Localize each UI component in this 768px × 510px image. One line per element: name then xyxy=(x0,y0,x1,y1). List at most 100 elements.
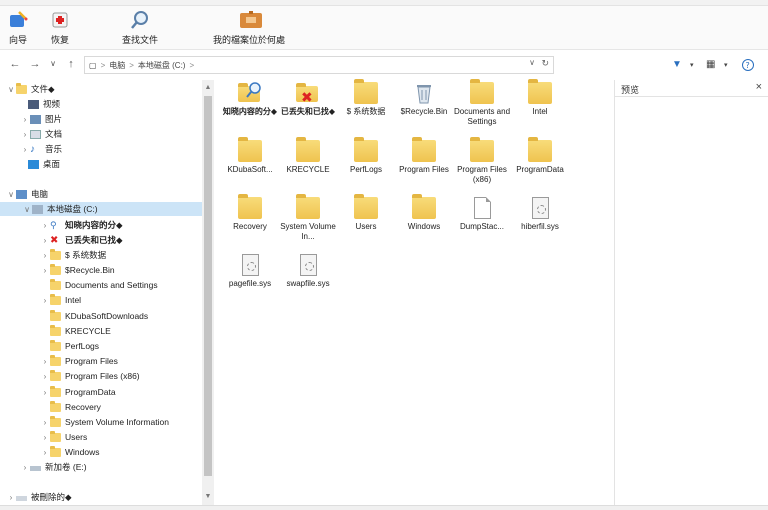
list-item[interactable]: Documents and Settings xyxy=(450,79,514,127)
tree-item-local-disk[interactable]: ∨ 本地磁盘 (C:) xyxy=(0,202,202,216)
address-bar[interactable]: ▢ > 电脑 > 本地磁盘 (C:) > ∨ ↻ xyxy=(84,56,554,74)
scroll-down-icon[interactable]: ▼ xyxy=(202,491,214,503)
file-recovery-window: 向导 恢复 查找文件 我的檔案位於何處 ← → ∨ ↑ ▢ > 电脑 > 本地磁… xyxy=(0,0,768,510)
preview-title: 预览 xyxy=(621,85,640,95)
item-label: Users xyxy=(355,222,377,231)
forward-arrow-icon[interactable]: → xyxy=(28,57,42,71)
find-files-button[interactable]: 查找文件 xyxy=(122,10,158,46)
tree-item-known-content[interactable]: › ⚲ 知晓内容的分◆ xyxy=(40,218,123,232)
tree-item-new-volume[interactable]: › 新加卷 (E:) xyxy=(20,460,87,474)
expand-chevron-icon[interactable]: › xyxy=(20,463,30,472)
view-mode-icon[interactable]: ▦ xyxy=(706,59,715,70)
list-item[interactable]: ✖ 已丢失和已找◆ xyxy=(276,82,340,117)
tree-item-sys-data[interactable]: › $ 系统数据 xyxy=(40,248,106,262)
tree-item-files[interactable]: ∨ 文件◆ xyxy=(6,82,55,96)
expand-chevron-icon[interactable]: › xyxy=(20,130,30,139)
tree-item-videos[interactable]: 视频 xyxy=(28,97,60,111)
expand-chevron-icon[interactable]: ∨ xyxy=(6,190,16,199)
list-item[interactable]: Windows xyxy=(392,194,456,232)
recent-chevron-icon[interactable]: ∨ xyxy=(46,57,60,71)
up-arrow-icon[interactable]: ↑ xyxy=(64,57,78,71)
tree-item-documents[interactable]: › 文档 xyxy=(20,127,62,141)
list-item[interactable]: System Volume In... xyxy=(276,194,340,242)
expand-chevron-icon[interactable]: › xyxy=(40,236,50,245)
list-item[interactable]: hiberfil.sys xyxy=(508,197,572,232)
tree-item-program-data[interactable]: › ProgramData xyxy=(40,385,116,399)
expand-chevron-icon[interactable]: › xyxy=(40,448,50,457)
back-arrow-icon[interactable]: ← xyxy=(8,57,22,71)
item-label: Intel xyxy=(532,107,548,116)
item-label: pagefile.sys xyxy=(228,279,272,288)
archive-location-button[interactable]: 我的檔案位於何處 xyxy=(213,10,285,46)
scroll-up-icon[interactable]: ▲ xyxy=(202,82,214,94)
tree-item-recorded[interactable]: › 被刪除的◆ xyxy=(6,490,72,504)
list-item[interactable]: KDubaSoft... xyxy=(218,137,282,175)
expand-chevron-icon[interactable]: › xyxy=(40,372,50,381)
list-item[interactable]: $Recycle.Bin xyxy=(392,82,456,117)
wizard-button[interactable]: 向导 xyxy=(8,10,28,46)
list-item[interactable]: Program Files (x86) xyxy=(450,137,514,185)
tree-item-krecycle[interactable]: KRECYCLE xyxy=(50,324,111,338)
tree-item-intel[interactable]: › Intel xyxy=(40,293,81,307)
list-item[interactable]: DumpStac... xyxy=(450,197,514,232)
list-item[interactable]: PerfLogs xyxy=(334,137,398,175)
tree-item-music[interactable]: › ♪ 音乐 xyxy=(20,142,62,156)
expand-chevron-icon[interactable]: › xyxy=(40,251,50,260)
filter-icon[interactable]: ▼ xyxy=(672,59,682,70)
expand-chevron-icon[interactable]: › xyxy=(40,266,50,275)
crumb-computer[interactable]: 电脑 xyxy=(109,60,125,71)
tree-item-svi[interactable]: › System Volume Information xyxy=(40,415,169,429)
list-item[interactable]: $ 系统数据 xyxy=(334,79,398,117)
address-dropdown-icon[interactable]: ∨ xyxy=(529,58,535,67)
expand-chevron-icon[interactable]: › xyxy=(6,493,16,502)
tree-item-recovery[interactable]: Recovery xyxy=(50,400,101,414)
tree-item-perflogs[interactable]: PerfLogs xyxy=(50,339,99,353)
tree-item-pictures[interactable]: › 图片 xyxy=(20,112,62,126)
scrollbar-thumb[interactable] xyxy=(204,96,212,476)
folder-icon xyxy=(50,339,61,351)
tree-item-docs-settings[interactable]: Documents and Settings xyxy=(50,278,158,292)
help-icon[interactable]: ? xyxy=(742,59,754,74)
tree-item-program-files[interactable]: › Program Files xyxy=(40,354,118,368)
list-item[interactable]: pagefile.sys xyxy=(218,254,282,289)
expand-chevron-icon[interactable]: › xyxy=(40,357,50,366)
expand-chevron-icon[interactable]: › xyxy=(20,145,30,154)
list-item[interactable]: Users xyxy=(334,194,398,232)
expand-chevron-icon[interactable]: › xyxy=(40,388,50,397)
list-item[interactable]: swapfile.sys xyxy=(276,254,340,289)
tree-item-computer[interactable]: ∨ 电脑 xyxy=(6,187,48,201)
item-label: Program Files xyxy=(399,165,449,174)
list-item[interactable]: 知晓内容的分◆ xyxy=(218,82,282,117)
close-icon[interactable]: × xyxy=(756,81,762,93)
restore-button[interactable]: 恢复 xyxy=(50,10,70,46)
document-icon xyxy=(30,129,41,139)
expand-chevron-icon[interactable]: › xyxy=(40,221,50,230)
drive-icon xyxy=(16,495,27,501)
expand-chevron-icon[interactable]: › xyxy=(40,433,50,442)
expand-chevron-icon[interactable]: ∨ xyxy=(22,205,32,214)
view-dropdown-icon[interactable]: ▾ xyxy=(724,61,728,69)
expand-chevron-icon[interactable]: › xyxy=(20,115,30,124)
tree-item-kduba[interactable]: KDubaSoftDownloads xyxy=(50,309,148,323)
crumb-local-disk[interactable]: 本地磁盘 (C:) xyxy=(138,60,186,71)
tree-scrollbar[interactable]: ▲ ▼ xyxy=(202,80,214,505)
tree-item-desktop[interactable]: 桌面 xyxy=(28,157,60,171)
status-bar xyxy=(0,505,768,510)
tree-item-users[interactable]: › Users xyxy=(40,430,87,444)
tree-item-program-files-x86[interactable]: › Program Files (x86) xyxy=(40,369,140,383)
filter-dropdown-icon[interactable]: ▾ xyxy=(690,61,694,69)
tree-item-lost-found[interactable]: › ✖ 已丢失和已找◆ xyxy=(40,233,123,247)
tree-item-recycle-bin[interactable]: › $Recycle.Bin xyxy=(40,263,115,277)
list-item[interactable]: Intel xyxy=(508,79,572,117)
item-label: Recovery xyxy=(233,222,267,231)
picture-icon xyxy=(30,114,41,124)
list-item[interactable]: ProgramData xyxy=(508,137,572,175)
expand-chevron-icon[interactable]: › xyxy=(40,418,50,427)
expand-chevron-icon[interactable]: ∨ xyxy=(6,85,16,94)
expand-chevron-icon[interactable]: › xyxy=(40,296,50,305)
tree-item-windows[interactable]: › Windows xyxy=(40,445,99,459)
list-item[interactable]: KRECYCLE xyxy=(276,137,340,175)
refresh-icon[interactable]: ↻ xyxy=(541,58,549,69)
list-item[interactable]: Program Files xyxy=(392,137,456,175)
list-item[interactable]: Recovery xyxy=(218,194,282,232)
